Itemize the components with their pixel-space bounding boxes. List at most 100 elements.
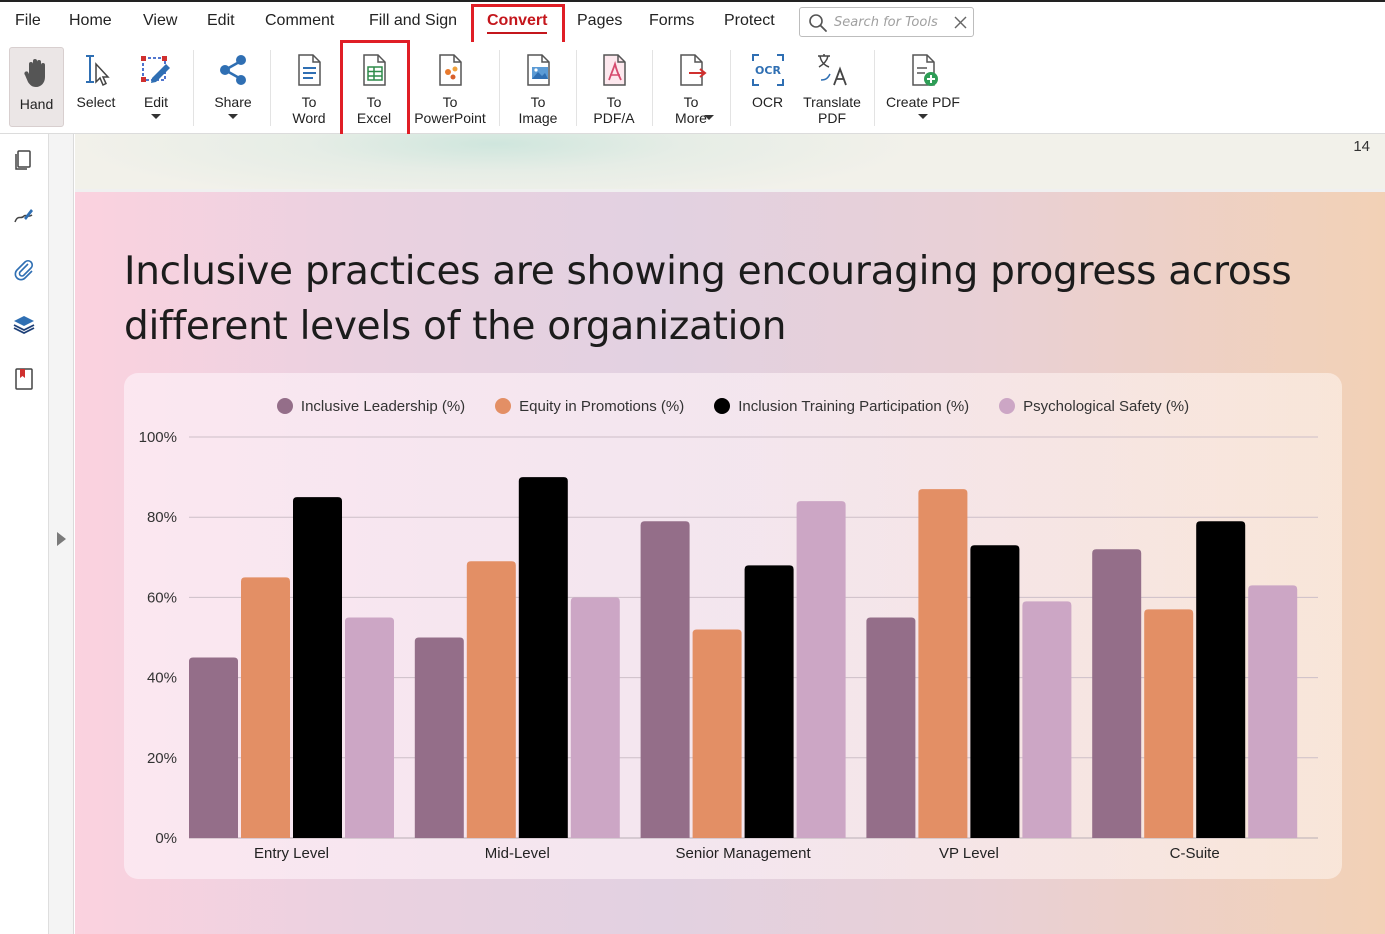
attachment-icon[interactable] [12,258,36,282]
to-excel-label: To Excel [356,94,392,126]
bar [918,489,968,838]
y-tick-label: 40% [147,670,177,687]
bar [1196,521,1246,838]
toolbar-divider [270,50,271,126]
bar [570,597,620,838]
left-navigation-rail [0,134,49,934]
bar [866,617,916,838]
bar [1248,585,1298,838]
translate-pdf-button[interactable]: Translate PDF [800,42,864,130]
to-powerpoint-label: To PowerPoint [414,94,486,126]
share-caret-icon[interactable] [228,114,238,119]
toolbar-divider [730,50,731,126]
layers-icon[interactable] [12,312,36,336]
x-tick-label: Entry Level [254,845,329,862]
bar [1144,609,1194,838]
bookmark-icon[interactable] [12,367,36,391]
bar [466,561,516,838]
edit-tool-button[interactable]: Edit [132,42,180,130]
toolbar-divider [652,50,653,126]
menu-fill-and-sign[interactable]: Fill and Sign [369,12,457,30]
excel-file-icon [363,54,386,86]
ocr-icon-text: OCR [755,64,781,77]
search-input[interactable] [834,12,952,32]
previous-page-bottom: 14 [75,134,1385,189]
ocr-icon: OCR [751,54,784,86]
toolbar-divider [576,50,577,126]
to-word-label: To Word [292,94,326,126]
y-tick-label: 0% [155,830,177,847]
menu-pages[interactable]: Pages [577,12,622,30]
signature-icon[interactable] [12,204,36,228]
bar [692,629,742,838]
bar [796,501,846,838]
powerpoint-file-icon [439,54,462,86]
to-pdfa-button[interactable]: To PDF/A [586,42,642,130]
share-icon [220,55,246,85]
search-tools-box[interactable] [799,7,974,37]
more-formats-file-icon [680,54,707,86]
x-tick-label: Senior Management [676,845,812,862]
document-page: Inclusive practices are showing encourag… [75,192,1385,934]
search-icon [809,14,827,32]
to-excel-button[interactable]: To Excel [345,42,403,130]
ribbon-toolbar: Hand Select Edit Share To Word To Excel … [0,40,1385,144]
to-image-label: To Image [518,94,558,126]
toolbar-divider [499,50,500,126]
y-tick-label: 80% [147,509,177,526]
y-tick-label: 100% [139,429,177,446]
bar [744,565,794,838]
bar [241,577,290,838]
menu-edit[interactable]: Edit [207,12,235,30]
expand-arrow-icon[interactable] [57,532,66,546]
create-pdf-label: Create PDF [886,94,960,110]
page-number: 14 [1353,138,1370,155]
toolbar-divider [874,50,875,126]
create-pdf-icon [912,54,938,86]
panel-collapse-bar[interactable] [49,134,74,934]
menu-file[interactable]: File [15,12,41,30]
hand-tool-button[interactable]: Hand [9,47,64,127]
edit-pdf-icon [141,56,170,83]
bar [189,657,238,838]
share-button[interactable]: Share [207,42,259,130]
create-pdf-button[interactable]: Create PDF [884,42,962,130]
create-pdf-caret-icon[interactable] [918,114,928,119]
bar [1092,549,1142,838]
menu-view[interactable]: View [143,12,177,30]
translate-icon [818,54,847,86]
x-tick-label: C-Suite [1170,845,1220,862]
text-cursor-select-icon [86,55,110,87]
pages-thumbnail-icon[interactable] [12,148,36,172]
ocr-label: OCR [751,94,784,110]
translate-pdf-label: Translate PDF [803,94,861,126]
to-more-caret-icon[interactable] [704,115,714,120]
menu-bar: File Home View Edit Comment Fill and Sig… [0,0,1385,48]
menu-protect[interactable]: Protect [724,12,775,30]
toolbar-divider [193,50,194,126]
close-icon[interactable] [954,16,967,29]
ocr-button[interactable]: OCR OCR [740,42,795,130]
x-tick-label: Mid-Level [485,845,550,862]
to-powerpoint-button[interactable]: To PowerPoint [412,42,488,130]
image-file-icon [527,54,550,86]
menu-home[interactable]: Home [69,12,112,30]
to-more-button[interactable]: To More [662,42,720,130]
bar-chart-card: Inclusive Leadership (%) Equity in Promo… [124,373,1342,879]
menu-convert[interactable]: Convert [487,12,548,34]
bar [414,637,464,838]
chart-plot: 0% 20% 40% 60% 80% 100% Entry Level Mid-Level Se… [139,429,1318,862]
select-tool-button[interactable]: Select [70,42,122,130]
to-more-label: To More [675,94,707,126]
document-viewport[interactable]: 14 Inclusive practices are showing encou… [75,134,1385,934]
to-image-button[interactable]: To Image [510,42,566,130]
y-tick-label: 60% [147,589,177,606]
to-word-button[interactable]: To Word [282,42,336,130]
menu-forms[interactable]: Forms [649,12,694,30]
bar [970,545,1020,838]
bar [293,497,342,838]
select-label: Select [76,94,116,110]
menu-comment[interactable]: Comment [265,12,334,30]
edit-caret-icon[interactable] [151,114,161,119]
x-tick-label: VP Level [939,845,999,862]
